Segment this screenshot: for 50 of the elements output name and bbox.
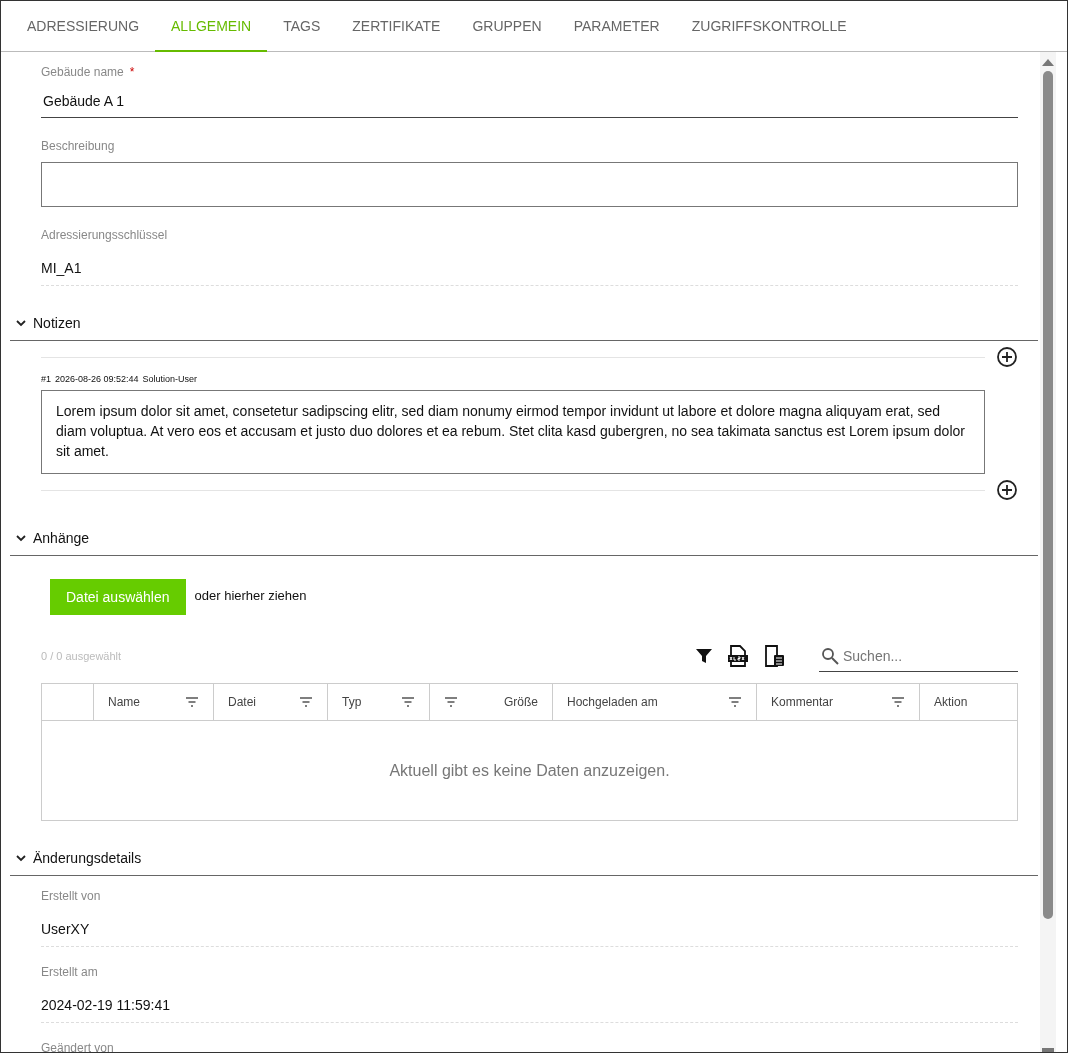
note-number: #1 xyxy=(41,374,51,384)
field-label: Erstellt am xyxy=(41,965,98,979)
note-author: Solution-User xyxy=(142,374,198,384)
filter-lines-icon[interactable] xyxy=(728,697,742,707)
filter-lines-icon[interactable] xyxy=(444,697,458,707)
document-list-icon[interactable] xyxy=(763,645,785,667)
chevron-icon xyxy=(15,532,27,544)
tab[interactable]: ZUGRIFFSKONTROLLE xyxy=(675,1,863,52)
filter-icon[interactable] xyxy=(695,647,713,665)
filter-lines-icon[interactable] xyxy=(185,697,199,707)
search-icon xyxy=(821,647,839,665)
section-toggle[interactable]: Änderungsdetails xyxy=(10,850,142,866)
note-text: Lorem ipsum dolor sit amet, consetetur sadipscing elitr, sed diam nonumy eirmod tempor invidunt ut labore et dolore magna aliquyam erat, sed diam voluptua. At vero eos et accusam et justo duo dolores et ea rebum. Stet clita kasd gubergren, no sea takimata sanctus est Lorem ipsum dolor sit amet. xyxy=(41,390,985,474)
add-circle-icon[interactable] xyxy=(996,346,1018,368)
filter-lines-icon[interactable] xyxy=(299,697,313,707)
section-toggle[interactable]: Anhänge xyxy=(10,530,90,546)
column-header[interactable]: Aktion xyxy=(919,684,1017,720)
column-header[interactable]: Größe xyxy=(429,684,552,720)
column-header[interactable]: Typ xyxy=(327,684,429,720)
field-label: Adressierungsschlüssel xyxy=(41,228,168,242)
field-label: Gebäude name xyxy=(41,65,124,79)
add-circle-icon[interactable] xyxy=(996,479,1018,501)
section-toggle[interactable]: Notizen xyxy=(10,315,81,331)
field-value: UserXY xyxy=(41,921,90,937)
tab[interactable]: ADRESSIERUNG xyxy=(11,1,156,52)
drop-hint: oder hierher ziehen xyxy=(194,587,307,603)
selection-count: 0 / 0 ausgewählt xyxy=(41,650,123,662)
note-timestamp: 2026-08-26 09:52:44 xyxy=(55,374,139,384)
field-label: Beschreibung xyxy=(41,139,115,153)
chevron-icon xyxy=(15,852,27,864)
field-label: Geändert von xyxy=(41,1041,114,1052)
column-header[interactable]: Hochgeladen am xyxy=(552,684,756,720)
tab[interactable]: GRUPPEN xyxy=(456,1,558,52)
spreadsheet-file-icon[interactable] xyxy=(727,645,749,667)
text-area[interactable] xyxy=(41,162,1018,207)
field-value: 2024-02-19 11:59:41 xyxy=(41,997,170,1013)
column-header[interactable]: Datei xyxy=(213,684,327,720)
column-header[interactable]: Kommentar xyxy=(756,684,919,720)
filter-lines-icon[interactable] xyxy=(401,697,415,707)
required-mark: * xyxy=(129,65,135,79)
field-value: MI_A1 xyxy=(41,260,82,276)
tab[interactable]: PARAMETER xyxy=(557,1,676,52)
column-header[interactable]: Name xyxy=(93,684,213,720)
field-label: Erstellt von xyxy=(41,889,101,903)
empty-message: Aktuell gibt es keine Daten anzuzeigen. xyxy=(389,761,670,780)
tab[interactable]: ZERTIFIKATE xyxy=(336,1,457,52)
filter-lines-icon[interactable] xyxy=(891,697,905,707)
chevron-icon xyxy=(15,317,27,329)
tab[interactable]: TAGS xyxy=(267,1,337,52)
scrollbar-thumb[interactable] xyxy=(1043,71,1053,919)
